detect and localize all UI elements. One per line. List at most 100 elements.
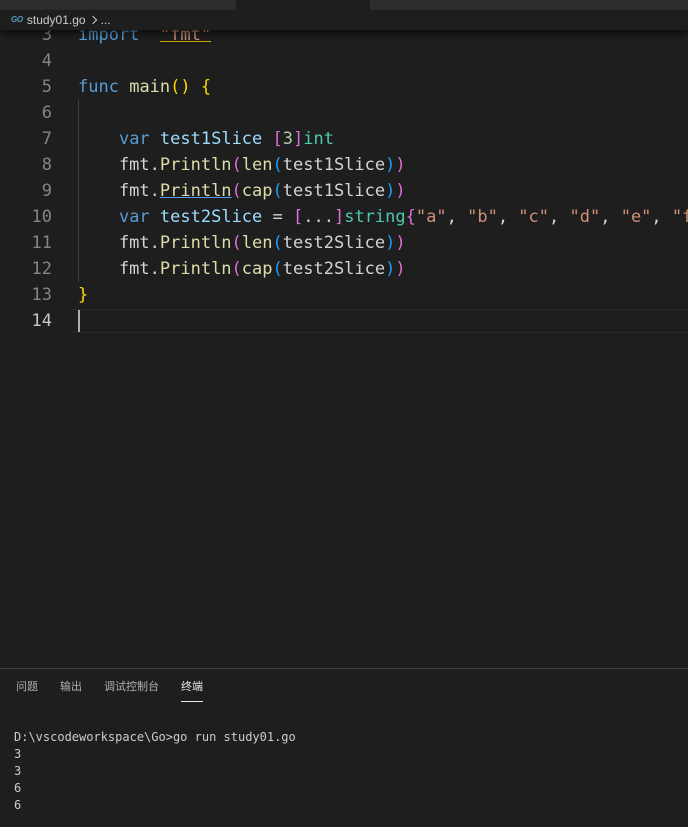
code-token: ,	[497, 207, 519, 227]
breadcrumb-more[interactable]: ...	[101, 13, 111, 27]
line-number: 5	[41, 77, 52, 97]
code-text: fmt.Println(len(test1Slice))	[78, 152, 406, 178]
code-token: main	[129, 77, 171, 97]
terminal-output-line: 6	[14, 798, 22, 812]
code-token: (	[272, 181, 283, 201]
editor-tab[interactable]	[0, 0, 236, 10]
line-number: 6	[41, 103, 52, 123]
code-token: Println	[159, 233, 232, 253]
code-token: cap	[241, 181, 273, 201]
breadcrumb-file[interactable]: study01.go	[27, 13, 86, 27]
terminal-output[interactable]: D:\vscodeworkspace\Go>go run study01.go 3…	[14, 729, 296, 814]
code-token: ,	[549, 207, 570, 227]
line-number: 12	[31, 259, 52, 279]
terminal-command: D:\vscodeworkspace\Go>go run study01.go	[14, 730, 296, 744]
line-number: 4	[41, 51, 52, 71]
code-token: "b"	[467, 207, 498, 227]
editor-tab-strip	[0, 0, 688, 10]
code-token: fmt.	[78, 155, 160, 175]
editor-tab[interactable]	[370, 0, 688, 10]
line-number: 11	[31, 233, 52, 253]
indent-guide	[78, 100, 79, 282]
terminal-output-line: 6	[14, 781, 22, 795]
code-line[interactable]: 12 fmt.Println(cap(test2Slice))	[0, 256, 688, 282]
code-token: 3	[282, 129, 294, 149]
code-editor[interactable]: 3 import "fmt" 4 5 func main() {6 7 var test1…	[0, 20, 688, 668]
code-line[interactable]: 9 fmt.Println(cap(test1Slice))	[0, 178, 688, 204]
line-number: 7	[41, 129, 52, 149]
line-number: 13	[31, 285, 52, 305]
code-token: fmt.	[78, 233, 160, 253]
text-cursor	[78, 310, 80, 332]
code-token: ,	[600, 207, 621, 227]
code-token: test2Slice	[282, 259, 386, 279]
terminal-output-line: 3	[14, 764, 22, 778]
code-text: fmt.Println(cap(test2Slice))	[78, 256, 406, 282]
code-text: var test1Slice [3]int	[78, 126, 334, 152]
code-line[interactable]: 14	[0, 308, 688, 334]
code-token: test1Slice	[159, 129, 263, 149]
code-token: (	[231, 233, 242, 253]
code-token: "c"	[518, 207, 550, 227]
code-token: )	[385, 181, 396, 201]
code-token: )	[385, 155, 396, 175]
code-token: len	[241, 155, 273, 175]
code-token: [	[293, 207, 304, 227]
code-text: }	[78, 282, 88, 308]
code-line[interactable]: 6	[0, 100, 688, 126]
code-token: )	[395, 155, 406, 175]
code-token: {	[405, 207, 416, 227]
code-token: (	[231, 155, 242, 175]
tab-output[interactable]: 输出	[60, 679, 82, 701]
code-token: Println	[159, 259, 232, 279]
code-token: Println	[159, 155, 232, 175]
code-line[interactable]: 7 var test1Slice [3]int	[0, 126, 688, 152]
code-line[interactable]: 11 fmt.Println(len(test2Slice))	[0, 230, 688, 256]
code-token: ,	[446, 207, 468, 227]
code-token: var	[118, 207, 150, 227]
code-line[interactable]: 13}	[0, 282, 688, 308]
code-token: func	[78, 77, 119, 97]
code-token: )	[385, 259, 396, 279]
current-line-highlight	[72, 309, 688, 333]
go-file-icon: GO	[11, 15, 23, 24]
panel-tabs: 问题 输出 调试控制台 终端	[16, 679, 225, 702]
code-line[interactable]: 8 fmt.Println(len(test1Slice))	[0, 152, 688, 178]
tab-debug-console[interactable]: 调试控制台	[104, 679, 159, 701]
code-token: string	[344, 207, 406, 227]
editor-tab-active[interactable]	[236, 0, 370, 10]
code-text: func main() {	[78, 74, 211, 100]
code-token: ]	[293, 129, 304, 149]
code-token: [	[272, 129, 283, 149]
code-token: )	[395, 259, 406, 279]
code-line[interactable]: 5 func main() {	[0, 74, 688, 100]
code-token: len	[241, 233, 273, 253]
code-token: ]	[333, 207, 345, 227]
code-token: fmt.	[78, 259, 160, 279]
code-token: Println	[159, 181, 232, 201]
code-token: "a"	[415, 207, 447, 227]
line-number: 9	[41, 181, 52, 201]
code-token: "f"	[671, 207, 688, 227]
code-line[interactable]: 4	[0, 48, 688, 74]
code-token: (	[272, 233, 283, 253]
code-token: int	[303, 129, 334, 149]
line-number: 10	[31, 207, 52, 227]
code-token: ...	[303, 207, 334, 227]
code-token: cap	[241, 259, 273, 279]
breadcrumb: GO study01.go ...	[0, 10, 688, 30]
tab-problems[interactable]: 问题	[16, 679, 38, 701]
code-line[interactable]: 10 var test2Slice = [...]string{"a", "b"…	[0, 204, 688, 230]
code-token: )	[395, 181, 406, 201]
code-token: )	[395, 233, 406, 253]
tab-terminal[interactable]: 终端	[181, 679, 203, 702]
code-token: (	[231, 181, 242, 201]
code-token: fmt.	[78, 181, 160, 201]
code-token: }	[78, 285, 89, 305]
